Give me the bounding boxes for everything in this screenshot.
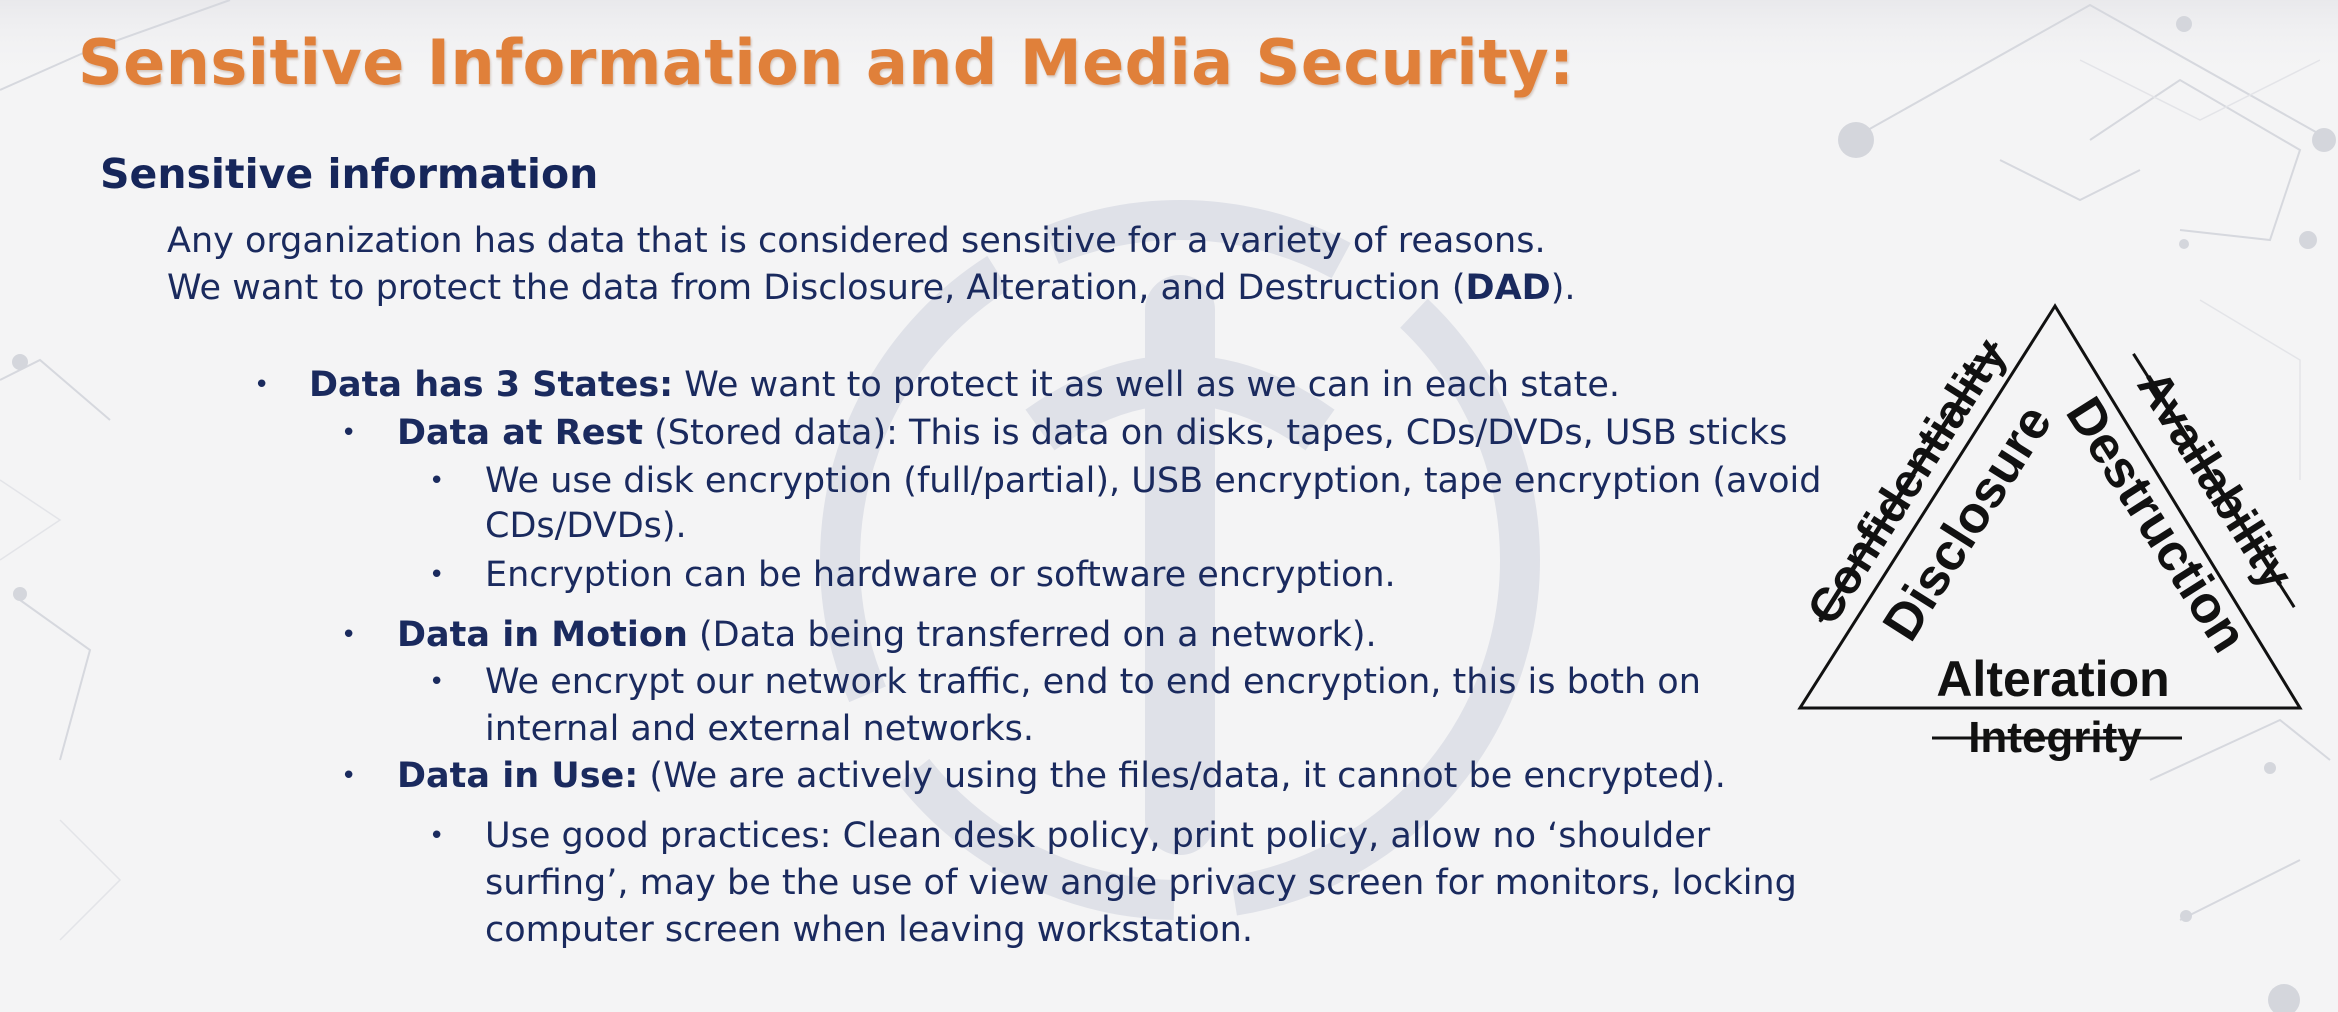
rest-sub-2: Encryption can be hardware or software e…: [485, 555, 1396, 595]
bullet-l3: •: [429, 667, 445, 697]
bullet-l2: •: [341, 761, 357, 791]
use-sub-1-line-2: surfing’, may be the use of view angle p…: [485, 863, 1797, 903]
slide-title: Sensitive Information and Media Security…: [78, 26, 1575, 99]
bullet-l2: •: [341, 418, 357, 448]
rest-sub-1-line-2: CDs/DVDs).: [485, 506, 687, 546]
data-in-motion: Data in Motion (Data being transferred o…: [397, 615, 1377, 655]
data-in-use: Data in Use: (We are actively using the …: [397, 756, 1726, 796]
states-heading: Data has 3 States: We want to protect it…: [309, 365, 1621, 405]
right-side-labels: Availability Destruction: [2054, 353, 2304, 662]
intro-line-1: Any organization has data that is consid…: [167, 221, 1546, 261]
use-sub-1-line-1: Use good practices: Clean desk policy, p…: [485, 816, 1711, 856]
bullet-l2: •: [341, 620, 357, 650]
rest-sub-1-line-1: We use disk encryption (full/partial), U…: [485, 461, 1822, 501]
bullet-l3: •: [429, 821, 445, 851]
motion-sub-1-line-1: We encrypt our network traffic, end to e…: [485, 662, 1701, 702]
dad-triangle-diagram: Confidentiality Disclosure Availability …: [1796, 303, 2304, 762]
bottom-labels: Alteration Integrity: [1932, 651, 2182, 762]
section-heading: Sensitive information: [100, 150, 599, 198]
bullet-l3: •: [429, 560, 445, 590]
intro-line-2: We want to protect the data from Disclos…: [167, 268, 1576, 308]
dad-acronym: DAD: [1465, 268, 1551, 308]
left-side-labels: Confidentiality Disclosure: [1796, 329, 2063, 651]
bullet-l3: •: [429, 466, 445, 496]
use-sub-1-line-3: computer screen when leaving workstation…: [485, 910, 1253, 950]
data-at-rest: Data at Rest (Stored data): This is data…: [397, 413, 1788, 453]
bullet-l1: •: [254, 370, 270, 400]
label-alteration: Alteration: [1936, 651, 2169, 707]
motion-sub-1-line-2: internal and external networks.: [485, 709, 1035, 749]
